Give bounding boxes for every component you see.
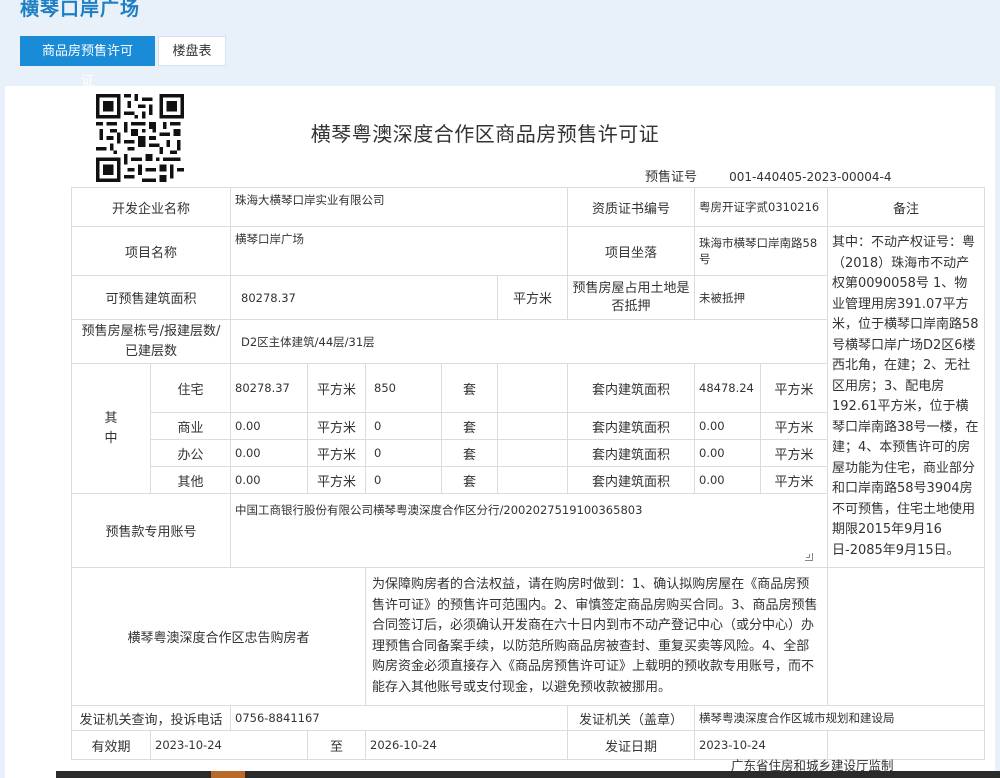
taskbar-app-icon[interactable] <box>211 771 245 778</box>
usage-count: 0 <box>365 439 442 467</box>
location-label: 项目坐落 <box>567 226 695 276</box>
usage-area-unit: 平方米 <box>307 412 366 440</box>
permit-number-label: 预售证号 <box>645 170 698 185</box>
authority-value: 横琴粤澳深度合作区城市规划和建设局 <box>694 705 985 731</box>
license-table: 开发企业名称 珠海大横琴口岸实业有限公司 资质证书编号 粤房开证字贰031021… <box>71 187 985 760</box>
usage-area: 80278.37 <box>230 363 308 413</box>
usage-type: 住宅 <box>150 363 231 413</box>
location-value: 珠海市横琴口岸南路58号 <box>694 226 828 276</box>
usage-type: 商业 <box>150 412 231 440</box>
valid-label: 有效期 <box>71 730 151 760</box>
inner-area-unit: 平方米 <box>760 412 828 440</box>
among-label: 其中 <box>71 363 151 494</box>
to-label: 至 <box>307 730 366 760</box>
phone-value: 0756-8841167 <box>230 705 568 731</box>
cert-label: 资质证书编号 <box>567 187 695 227</box>
account-value: 中国工商银行股份有限公司横琴粤澳深度合作区分行/2002027519100365… <box>235 503 643 517</box>
inner-area-label: 套内建筑面积 <box>567 439 695 467</box>
area-value: 80278.37 <box>230 275 498 320</box>
area-label: 可预售建筑面积 <box>71 275 231 320</box>
usage-count-unit: 套 <box>441 439 498 467</box>
tab-bar: 商品房预售许可证 楼盘表 <box>20 36 226 89</box>
mortgage-value: 未被抵押 <box>694 275 828 320</box>
inner-area-label: 套内建筑面积 <box>567 466 695 494</box>
qr-code-icon <box>96 94 184 182</box>
inner-area: 0.00 <box>694 466 761 494</box>
phone-label: 发证机关查询，投诉电话 <box>71 705 231 731</box>
resize-handle-icon[interactable] <box>805 553 813 561</box>
remark-notes: 其中：不动产权证号：粤（2018）珠海市不动产权第0090058号 1、物业管理… <box>827 226 985 568</box>
inner-area-label: 套内建筑面积 <box>567 412 695 440</box>
usage-area-unit: 平方米 <box>307 363 366 413</box>
usage-area-unit: 平方米 <box>307 439 366 467</box>
developer-value: 珠海大横琴口岸实业有限公司 <box>230 187 568 227</box>
inner-area-unit: 平方米 <box>760 363 828 413</box>
usage-count-unit: 套 <box>441 466 498 494</box>
building-value: D2区主体建筑/44层/31层 <box>230 319 828 364</box>
permit-number-row: 预售证号 001-440405-2023-00004-4 <box>645 166 892 185</box>
inner-area-label: 套内建筑面积 <box>567 363 695 413</box>
building-label: 预售房屋栋号/报建层数/已建层数 <box>71 319 231 364</box>
cert-value: 粤房开证字贰0310216 <box>694 187 828 227</box>
site-title: 横琴口岸广场 <box>20 0 141 20</box>
valid-from: 2023-10-24 <box>150 730 308 760</box>
permit-number: 001-440405-2023-00004-4 <box>729 170 892 184</box>
valid-to: 2026-10-24 <box>365 730 568 760</box>
usage-count: 0 <box>365 412 442 440</box>
inner-area-unit: 平方米 <box>760 439 828 467</box>
usage-type: 办公 <box>150 439 231 467</box>
remark-label: 备注 <box>827 187 985 227</box>
tab-building-table[interactable]: 楼盘表 <box>158 36 226 66</box>
developer-label: 开发企业名称 <box>71 187 231 227</box>
area-unit: 平方米 <box>497 275 568 320</box>
usage-count: 850 <box>365 363 442 413</box>
authority-label: 发证机关（盖章） <box>567 705 695 731</box>
inner-area: 48478.24 <box>694 363 761 413</box>
inner-area: 0.00 <box>694 412 761 440</box>
usage-area: 0.00 <box>230 412 308 440</box>
warning-text: 为保障购房者的合法权益，请在购房时做到：1、确认拟购房屋在《商品房预售许可证》的… <box>365 567 828 706</box>
usage-type: 其他 <box>150 466 231 494</box>
usage-area-unit: 平方米 <box>307 466 366 494</box>
project-label: 项目名称 <box>71 226 231 276</box>
project-value: 横琴口岸广场 <box>230 226 568 276</box>
usage-count: 0 <box>365 466 442 494</box>
inner-area-unit: 平方米 <box>760 466 828 494</box>
warning-label: 横琴粤澳深度合作区忠告购房者 <box>71 567 366 706</box>
account-label: 预售款专用账号 <box>71 493 231 568</box>
taskbar <box>56 771 1000 778</box>
tab-presale-permit[interactable]: 商品房预售许可证 <box>20 36 155 89</box>
usage-count-unit: 套 <box>441 412 498 440</box>
account-textarea[interactable]: 中国工商银行股份有限公司横琴粤澳深度合作区分行/2002027519100365… <box>230 493 828 568</box>
license-document: 横琴粤澳深度合作区商品房预售许可证 预售证号 001-440405-2023-0… <box>5 86 995 778</box>
mortgage-label: 预售房屋占用土地是否抵押 <box>567 275 695 320</box>
issue-date-label: 发证日期 <box>567 730 695 760</box>
usage-area: 0.00 <box>230 439 308 467</box>
inner-area: 0.00 <box>694 439 761 467</box>
license-title: 横琴粤澳深度合作区商品房预售许可证 <box>310 122 660 146</box>
usage-count-unit: 套 <box>441 363 498 413</box>
usage-area: 0.00 <box>230 466 308 494</box>
